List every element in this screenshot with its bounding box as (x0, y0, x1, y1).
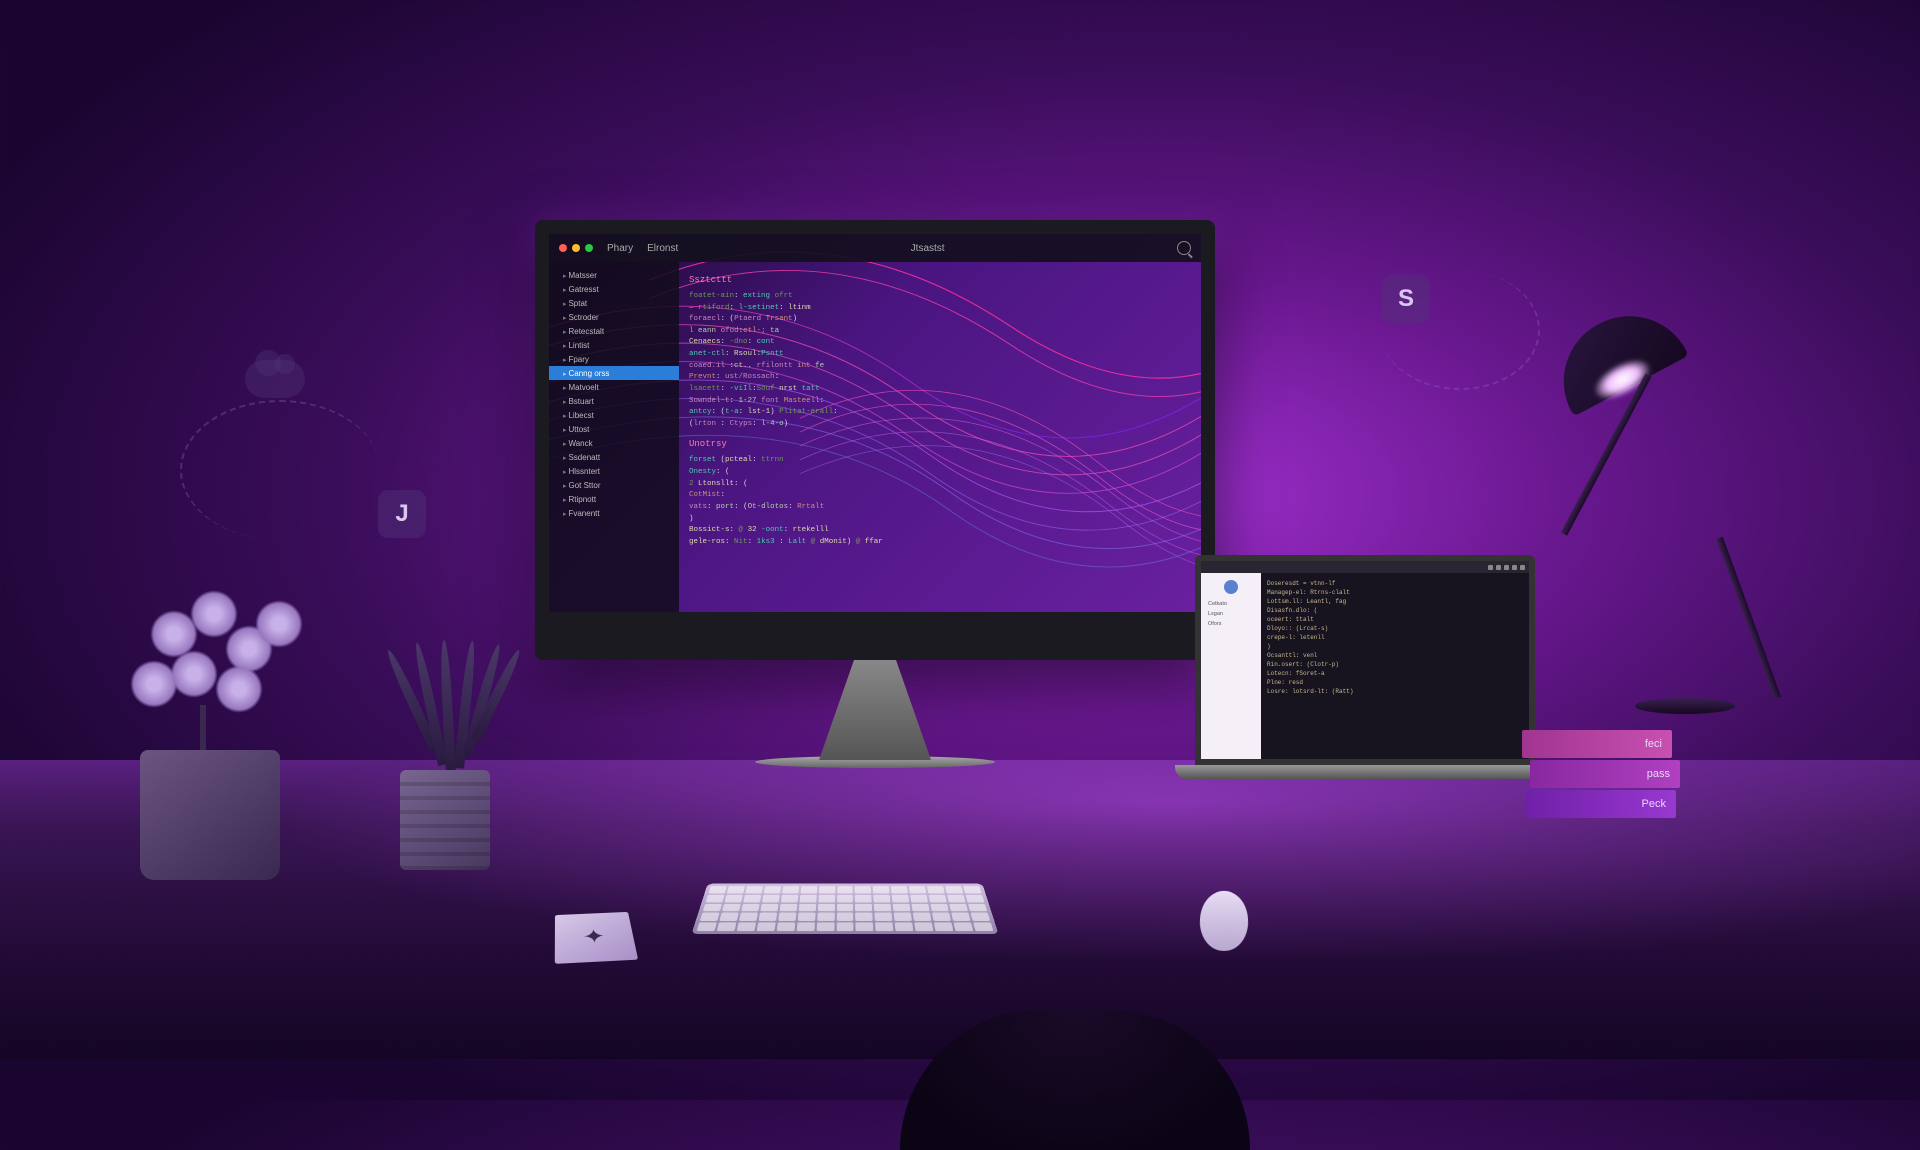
laptop-sidebar[interactable]: CetkatoLsganOfors (1201, 573, 1261, 759)
code-line: foraecl: (Ptaerd Trsant) (689, 314, 1191, 326)
code-line: gele-ros: Nit: 1ks3 : Lalt @ dMonit) @ f… (689, 537, 1191, 549)
file-tree-item[interactable]: Hlssntert (549, 464, 679, 478)
cloud-icon (245, 360, 305, 398)
code-line: Lotecn: fSoret-a (1267, 669, 1523, 678)
imac-monitor: Phary Elronst Jtsastst MatsserGatresstSp… (535, 220, 1215, 768)
file-tree-item[interactable]: Wanck (549, 436, 679, 450)
code-line: Rin.osert: (Clotr-p) (1267, 660, 1523, 669)
imac-screen: Phary Elronst Jtsastst MatsserGatresstSp… (535, 220, 1215, 660)
code-line: ) (689, 514, 1191, 526)
code-line: Sowndel-t: 1-27 font Masteell: (689, 396, 1191, 408)
close-icon[interactable] (559, 244, 567, 252)
file-tree-item[interactable]: Fvanentt (549, 506, 679, 520)
code-line: Ocsanttl: venl (1267, 651, 1523, 660)
file-tree-item[interactable]: Canng orss (549, 366, 679, 380)
laptop-code-editor[interactable]: Doseresdt = vtnn-lf Managep-el: Rtrns-cl… (1261, 573, 1529, 759)
file-tree-item[interactable]: Lintist (549, 338, 679, 352)
imac-stand (805, 660, 945, 760)
code-line: anet-ctl: Rsoul:Psntt (689, 349, 1191, 361)
file-tree-item[interactable]: Sptat (549, 296, 679, 310)
code-line: antcy: (t-a: lst-1) Plitat-erall: (689, 407, 1191, 419)
menu-item-1[interactable]: Phary (607, 243, 633, 254)
editor-topbar: Phary Elronst Jtsastst (549, 234, 1201, 262)
book-1: feci (1522, 730, 1672, 758)
file-tree-item[interactable]: Got Sttor (549, 478, 679, 492)
file-tree-item[interactable]: Rtipnott (549, 492, 679, 506)
file-tree-item[interactable]: Matsser (549, 268, 679, 282)
code-line: Managep-el: Rtrns-clalt (1267, 588, 1523, 597)
code-line: vats: port: (Ot-dlotos: Rrtalt (689, 502, 1191, 514)
laptop-screen: CetkatoLsganOfors Doseresdt = vtnn-lf Ma… (1195, 555, 1535, 765)
succulent-pot (400, 770, 490, 870)
file-tree-item[interactable]: Ssdenatt (549, 450, 679, 464)
laptop-sidebar-item[interactable]: Cetkato (1205, 599, 1257, 609)
lamp-head (1541, 294, 1689, 417)
search-icon[interactable] (1177, 241, 1191, 255)
laptop-sidebar-item[interactable]: Ofors (1205, 619, 1257, 629)
file-tree-item[interactable]: Matvoelt (549, 380, 679, 394)
code-line: (lrton : Ctyps: l-4-o) (689, 419, 1191, 431)
code-line: Lottsm.ll: Leantl, fag (1267, 597, 1523, 606)
code-line: Bossict-s: @ 32 -oont: rtekelll (689, 525, 1191, 537)
code-line: Losre: lotsrd-lt: (Ratt) (1267, 687, 1523, 696)
code-line: lsacett: -viIl:Souf nrst tatt (689, 384, 1191, 396)
code-line: Onesty: ( (689, 467, 1191, 479)
laptop: CetkatoLsganOfors Doseresdt = vtnn-lf Ma… (1195, 555, 1535, 779)
code-line: Dloyo:: (Lrcat-s) (1267, 624, 1523, 633)
code-editor[interactable]: Ssztcttt foatet-ain: exting ofrt— rtifor… (679, 262, 1201, 612)
minimize-icon[interactable] (572, 244, 580, 252)
sticky-note: ✦ (555, 912, 638, 964)
code-line: — rtiford: l-setinet: ltinm (689, 303, 1191, 315)
code-line: forset (pcteal: ttrnn (689, 455, 1191, 467)
dotted-path-left (180, 400, 380, 540)
code-line: Cenaecs: -dno: cont (689, 337, 1191, 349)
file-tree-item[interactable]: Sctroder (549, 310, 679, 324)
window-controls[interactable] (559, 244, 593, 252)
flower-pot (140, 750, 280, 880)
maximize-icon[interactable] (585, 244, 593, 252)
code-line: foatet-ain: exting ofrt (689, 291, 1191, 303)
code-line: 2 Ltonsllt: ( (689, 479, 1191, 491)
book-3: Peck (1526, 790, 1676, 818)
window-title: Jtsastst (911, 243, 945, 254)
desk-lamp (1550, 320, 1680, 390)
code-line: oceert: ttalt (1267, 615, 1523, 624)
menu-item-2[interactable]: Elronst (647, 243, 678, 254)
code-line: l eann ofod:etl-; ta (689, 326, 1191, 338)
code-line: crepe-l: letenll (1267, 633, 1523, 642)
shield-icon: J (378, 490, 426, 538)
file-tree-sidebar[interactable]: MatsserGatresstSptatSctroderRetecstaltLi… (549, 262, 679, 612)
book-2: pass (1530, 760, 1680, 788)
code-line: coaed.il :ct.. rfilontt int fe (689, 361, 1191, 373)
code-line: Doseresdt = vtnn-lf (1267, 579, 1523, 588)
app-logo-icon (1224, 580, 1238, 594)
code-section-heading-2: Unotrsy (689, 438, 1191, 452)
code-line: ) (1267, 642, 1523, 651)
code-line: Disasfn.dlo: ( (1267, 606, 1523, 615)
laptop-taskbar (1201, 561, 1529, 573)
file-tree-item[interactable]: Uttost (549, 422, 679, 436)
laptop-sidebar-item[interactable]: Lsgan (1205, 609, 1257, 619)
code-line: CotMist: (689, 490, 1191, 502)
code-line: Plne: resd (1267, 678, 1523, 687)
keyboard (691, 884, 998, 934)
laptop-base (1175, 765, 1555, 779)
code-badge-icon: S (1382, 275, 1430, 323)
file-tree-item[interactable]: Gatresst (549, 282, 679, 296)
code-section-heading-1: Ssztcttt (689, 274, 1191, 288)
file-tree-item[interactable]: Fpary (549, 352, 679, 366)
book-stack: feci pass Peck (1530, 730, 1680, 820)
file-tree-item[interactable]: Retecstalt (549, 324, 679, 338)
file-tree-item[interactable]: Libecst (549, 408, 679, 422)
file-tree-item[interactable]: Bstuart (549, 394, 679, 408)
code-line: Prevnt: ust/Rossach: (689, 372, 1191, 384)
